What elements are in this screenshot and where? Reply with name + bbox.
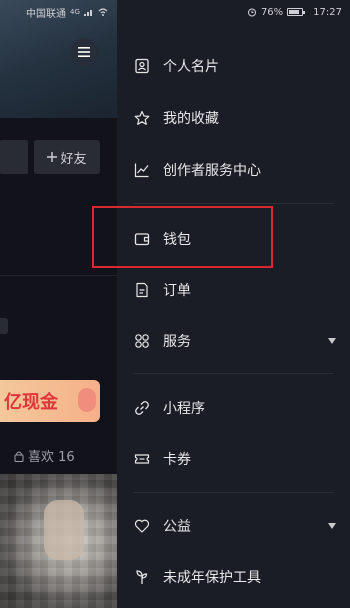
battery-label: 76% — [260, 6, 284, 18]
menu-item-mini-programs[interactable]: 小程序 — [117, 386, 350, 430]
divider — [133, 203, 334, 204]
menu-item-minor-protection[interactable]: 未成年保护工具 — [117, 555, 350, 599]
edit-profile-button[interactable] — [0, 140, 28, 174]
menu-item-business-card[interactable]: 个人名片 — [117, 44, 350, 88]
menu-item-label: 公益 — [163, 519, 191, 535]
menu-item-creator-center[interactable]: 创作者服务中心 — [117, 148, 350, 192]
promo-banner[interactable]: 亿现金 — [0, 380, 100, 422]
add-friend-button[interactable]: 好友 — [34, 140, 100, 174]
order-icon — [133, 281, 151, 299]
add-friend-label: 好友 — [60, 151, 87, 167]
menu-item-charity[interactable]: 公益 — [117, 504, 350, 548]
wifi-icon — [98, 8, 108, 16]
battery-icon — [287, 8, 306, 16]
menu-item-label: 订单 — [163, 283, 191, 299]
lock-icon — [14, 450, 24, 462]
promo-text: 亿现金 — [4, 392, 58, 413]
side-drawer: 个人名片 我的收藏 创作者服务中心 钱包 订单 服务 小程序 卡券 公益 未成年… — [117, 0, 350, 608]
chart-icon — [133, 161, 151, 179]
pixelated-face — [44, 500, 84, 560]
menu-item-label: 创作者服务中心 — [163, 163, 261, 179]
highlight-box — [92, 206, 273, 268]
menu-item-label: 卡券 — [163, 452, 191, 468]
status-bar: 中国联通 4G 76% 17:27 — [0, 0, 350, 24]
divider — [133, 492, 334, 493]
menu-item-favorites[interactable]: 我的收藏 — [117, 96, 350, 140]
profile-background[interactable]: 好友 亿现金 喜欢 16 — [0, 0, 117, 608]
plus-icon — [47, 152, 58, 162]
link-icon — [133, 399, 151, 417]
menu-item-label: 小程序 — [163, 401, 205, 417]
sprout-icon — [133, 568, 151, 586]
menu-item-orders[interactable]: 订单 — [117, 268, 350, 312]
star-icon — [133, 109, 151, 127]
hamburger-menu-button[interactable] — [70, 38, 98, 66]
menu-item-services[interactable]: 服务 — [117, 319, 350, 363]
coin-icon — [78, 388, 96, 412]
network-label: 4G — [70, 8, 80, 16]
menu-item-coupons[interactable]: 卡券 — [117, 437, 350, 481]
alarm-icon — [247, 7, 257, 17]
menu-item-label: 个人名片 — [163, 59, 219, 75]
menu-item-label: 未成年保护工具 — [163, 570, 261, 586]
video-thumbnail[interactable] — [0, 474, 117, 608]
carrier-label: 中国联通 — [26, 8, 66, 20]
tab-tag — [0, 318, 8, 334]
hamburger-icon — [78, 47, 90, 57]
likes-tab[interactable]: 喜欢 16 — [14, 446, 75, 465]
ticket-icon — [133, 450, 151, 468]
divider — [0, 275, 117, 276]
grid-icon — [133, 332, 151, 350]
divider — [133, 373, 334, 374]
signal-icon — [83, 8, 94, 16]
heart-icon — [133, 517, 151, 535]
menu-item-label: 我的收藏 — [163, 111, 219, 127]
likes-label: 喜欢 16 — [28, 450, 75, 465]
chevron-down-icon[interactable] — [328, 338, 336, 344]
card-icon — [133, 57, 151, 75]
chevron-down-icon[interactable] — [328, 523, 336, 529]
menu-item-label: 服务 — [163, 334, 191, 350]
clock: 17:27 — [313, 6, 342, 18]
